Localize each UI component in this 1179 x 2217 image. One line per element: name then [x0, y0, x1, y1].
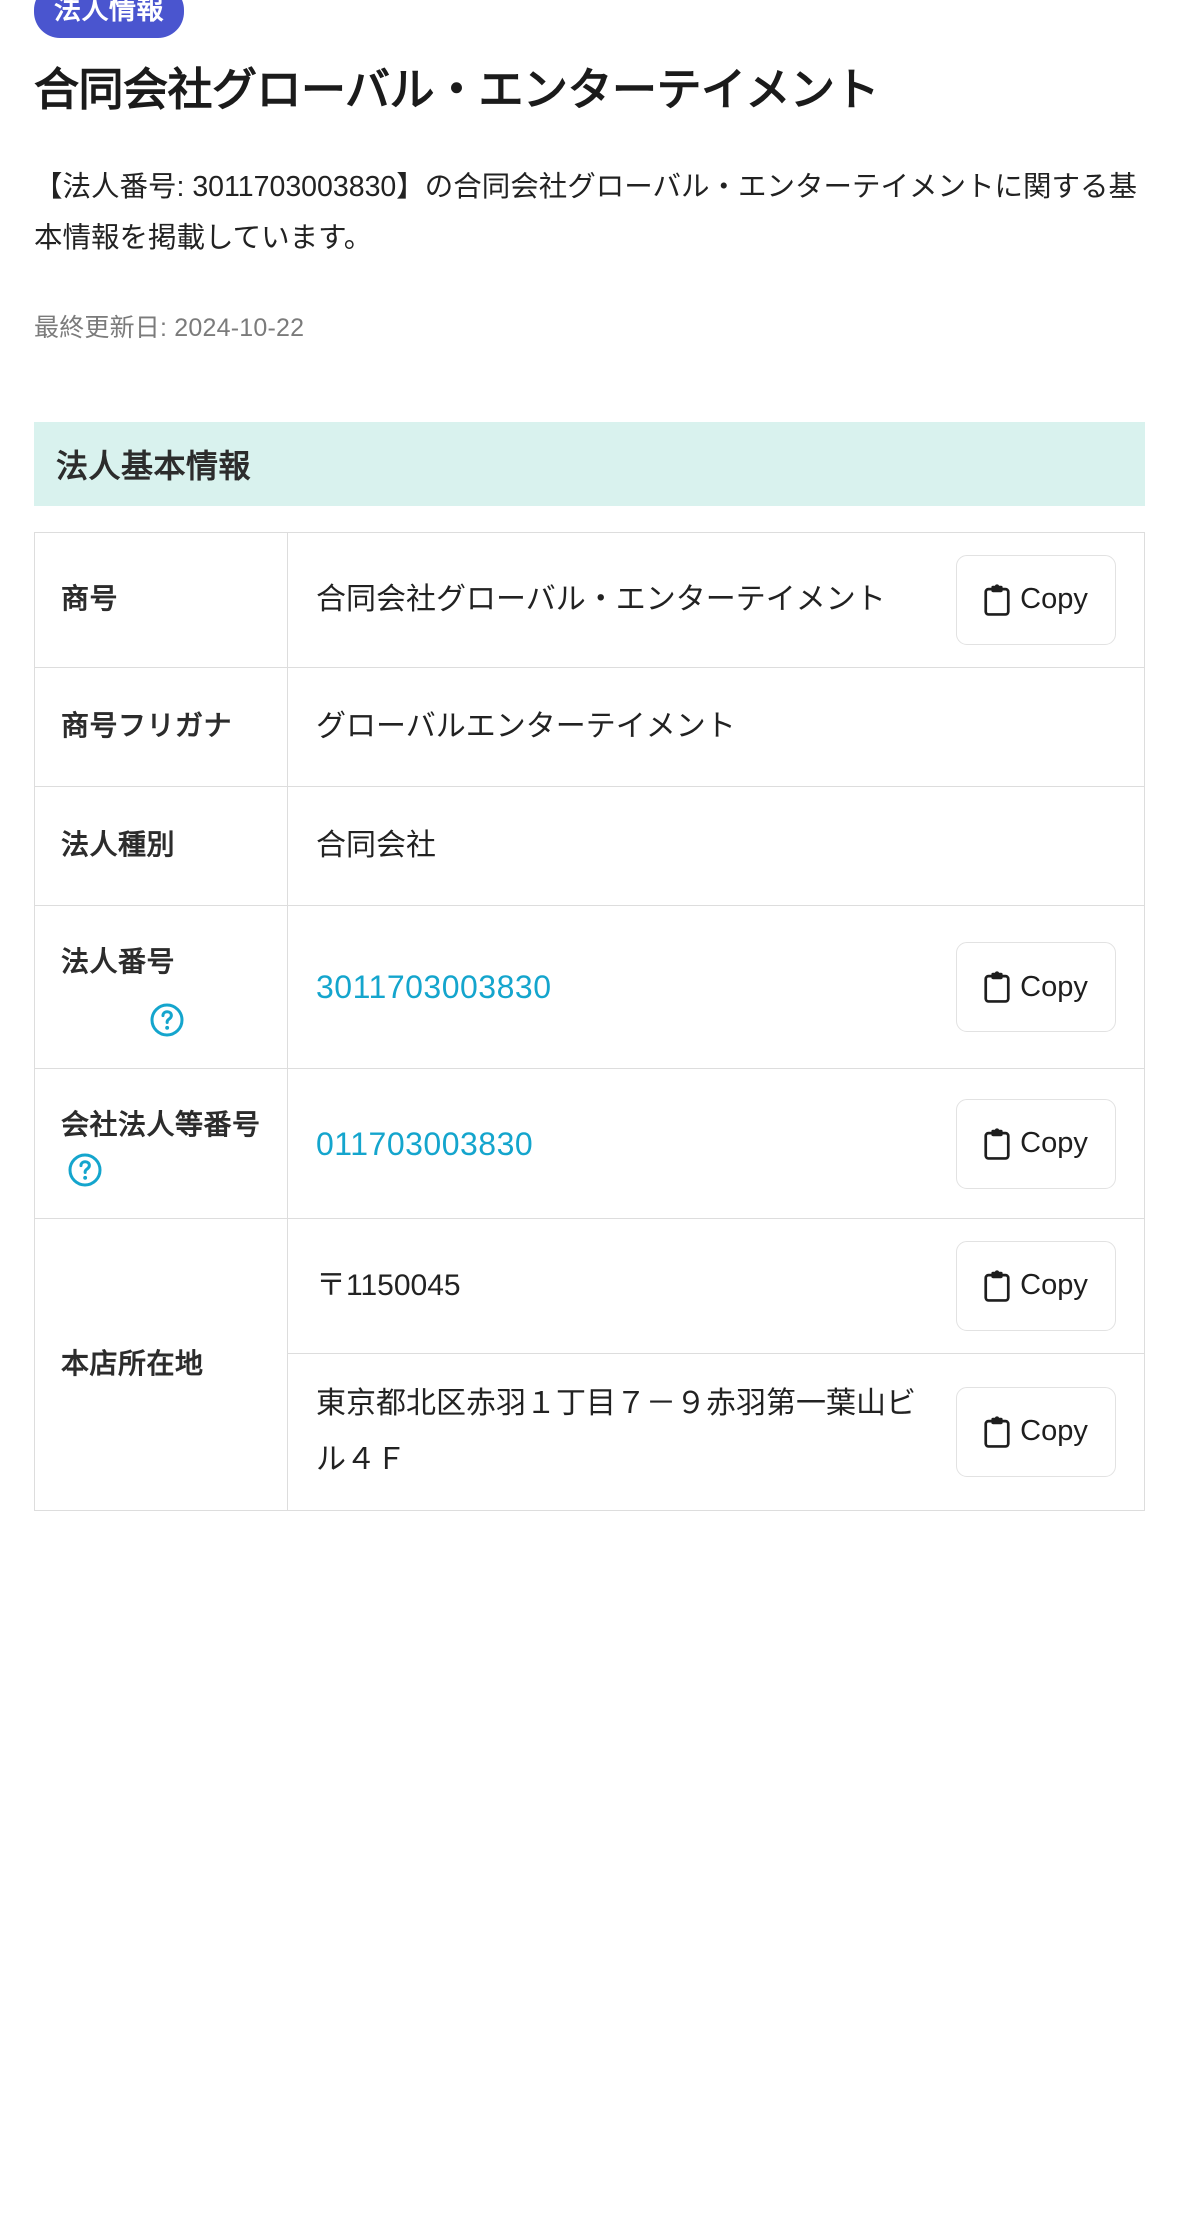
category-badge: 法人情報	[34, 0, 184, 38]
value-wrapper: 3011703003830 Copy	[288, 920, 1144, 1054]
row-value: 合同会社	[316, 828, 436, 862]
row-label-cell: 商号フリガナ	[35, 667, 288, 787]
row-label-cell: 会社法人等番号	[35, 1069, 288, 1219]
table-body: 商号 合同会社グローバル・エンターテイメント Copy 商号フリガナ グローバル…	[35, 532, 1144, 1510]
question-circle-icon[interactable]	[67, 1152, 103, 1188]
copy-button[interactable]: Copy	[956, 1098, 1116, 1189]
last-updated-date: 最終更新日: 2024-10-22	[34, 313, 305, 342]
address-line: 東京都北区赤羽１丁目７－９赤羽第一葉山ビル４Ｆ Copy	[288, 1354, 1144, 1510]
table-row: 会社法人等番号 011703003830 Copy	[35, 1069, 1144, 1219]
row-label-cell: 本店所在地	[35, 1218, 288, 1510]
copy-button-label: Copy	[1020, 1127, 1088, 1160]
page-title: 合同会社グローバル・エンターテイメント	[34, 64, 880, 115]
table-row: 法人番号 3011703003830 Copy	[35, 905, 1144, 1070]
copy-button[interactable]: Copy	[956, 942, 1116, 1032]
copy-button-label: Copy	[1020, 1269, 1088, 1302]
corporate-basic-info-table: 商号 合同会社グローバル・エンターテイメント Copy 商号フリガナ グローバル…	[34, 531, 1145, 1511]
clipboard-icon	[984, 971, 1010, 1003]
clipboard-icon	[984, 1416, 1010, 1448]
row-label-cell: 商号	[35, 532, 288, 668]
row-value-cell: 011703003830 Copy	[288, 1069, 1144, 1219]
copy-button-label: Copy	[1020, 970, 1088, 1003]
row-value: 合同会社グローバル・エンターテイメント	[316, 582, 886, 616]
address-lines: 〒1150045 Copy 東京都北区赤羽１丁目７－９赤羽第一葉山ビル４Ｆ Co…	[288, 1219, 1144, 1510]
copy-button[interactable]: Copy	[956, 1386, 1116, 1477]
row-label-cell: 法人種別	[35, 786, 288, 906]
badge-row: 法人情報	[34, 0, 1145, 38]
row-value-cell: 合同会社	[288, 787, 1144, 906]
table-row: 商号フリガナ グローバルエンターテイメント	[35, 667, 1144, 787]
row-value: グローバルエンターテイメント	[316, 709, 736, 743]
section-header-title: 法人基本情報	[56, 447, 252, 484]
value-wrapper: 合同会社グローバル・エンターテイメント Copy	[288, 533, 1144, 667]
clipboard-icon	[984, 584, 1010, 616]
section-header-basic-info: 法人基本情報	[34, 421, 1145, 506]
question-circle-icon[interactable]	[149, 1002, 185, 1038]
row-value-cell: グローバルエンターテイメント	[288, 668, 1144, 787]
copy-button[interactable]: Copy	[956, 1240, 1116, 1331]
company-number-link[interactable]: 011703003830	[316, 1120, 942, 1168]
row-value-cell: 3011703003830 Copy	[288, 906, 1144, 1070]
page-description: 【法人番号: 3011703003830】の合同会社グローバル・エンターテイメン…	[34, 171, 1137, 254]
row-value-cell: 〒1150045 Copy 東京都北区赤羽１丁目７－９赤羽第一葉山ビル４Ｆ Co…	[288, 1219, 1144, 1510]
postal-code: 〒1150045	[316, 1269, 461, 1303]
address-line: 〒1150045 Copy	[288, 1219, 1144, 1354]
table-row: 本店所在地 〒1150045 Copy 東京都北区赤羽１丁目７－９赤羽第一葉山ビ…	[35, 1218, 1144, 1510]
copy-button-label: Copy	[1020, 583, 1088, 616]
corporate-info-page: 法人情報 合同会社グローバル・エンターテイメント 【法人番号: 30117030…	[0, 0, 1179, 2201]
value-wrapper: 合同会社	[288, 787, 1144, 905]
table-row: 商号 合同会社グローバル・エンターテイメント Copy	[35, 532, 1144, 668]
row-label: 本店所在地	[61, 1347, 204, 1379]
row-label: 商号	[61, 583, 119, 615]
row-label: 会社法人等番号	[61, 1109, 261, 1141]
value-wrapper: 011703003830 Copy	[288, 1077, 1144, 1211]
copy-button[interactable]: Copy	[956, 554, 1116, 645]
row-label-cell: 法人番号	[35, 905, 288, 1070]
corporate-number-link[interactable]: 3011703003830	[316, 963, 942, 1011]
value-wrapper: グローバルエンターテイメント	[288, 668, 1144, 786]
row-label: 商号フリガナ	[61, 710, 233, 742]
row-value-cell: 合同会社グローバル・エンターテイメント Copy	[288, 533, 1144, 668]
street-address: 東京都北区赤羽１丁目７－９赤羽第一葉山ビル４Ｆ	[316, 1386, 916, 1476]
row-label: 法人番号	[61, 945, 176, 977]
help-icon-wrapper[interactable]	[61, 1002, 267, 1038]
table-row: 法人種別 合同会社	[35, 786, 1144, 906]
clipboard-icon	[984, 1128, 1010, 1160]
clipboard-icon	[984, 1270, 1010, 1302]
copy-button-label: Copy	[1020, 1415, 1088, 1448]
row-label: 法人種別	[61, 829, 176, 861]
